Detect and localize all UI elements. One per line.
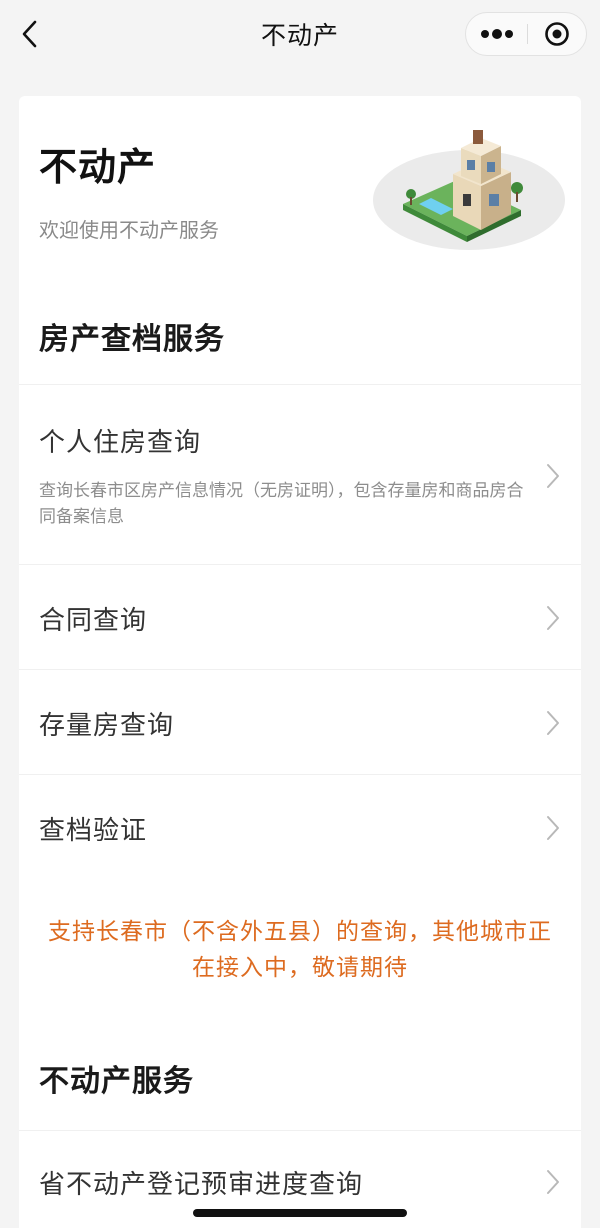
coverage-notice: 支持长春市（不含外五县）的查询，其他城市正在接入中，敬请期待	[48, 919, 552, 981]
navigation-bar: 不动产	[0, 0, 600, 72]
list-item-title: 合同查询	[39, 606, 148, 636]
list-item-personal-housing-query[interactable]: 个人住房查询 查询长春市区房产信息情况（无房证明），包含存量房和商品房合同备案信…	[19, 384, 581, 565]
section-header-real-estate-services: 不动产服务	[19, 1026, 581, 1131]
chevron-right-icon	[547, 816, 559, 840]
chevron-right-icon	[547, 606, 559, 630]
mini-program-capsule	[465, 12, 587, 56]
hero-banner: 不动产 欢迎使用不动产服务	[19, 96, 581, 280]
section-title: 房产查档服务	[39, 322, 225, 357]
list-item-title: 查档验证	[39, 816, 148, 846]
list-item-title: 存量房查询	[39, 711, 175, 741]
hero-subtitle: 欢迎使用不动产服务	[39, 218, 219, 242]
chevron-right-icon	[547, 464, 559, 488]
section-title: 不动产服务	[39, 1064, 194, 1099]
list-item-title: 省不动产登记预审进度查询	[39, 1170, 364, 1200]
chevron-right-icon	[547, 1170, 559, 1194]
list-item-description: 查询长春市区房产信息情况（无房证明），包含存量房和商品房合同备案信息	[39, 481, 524, 527]
hero-title: 不动产	[39, 145, 157, 189]
more-dots-icon	[481, 29, 513, 39]
close-button[interactable]	[528, 13, 586, 55]
chevron-right-icon	[547, 711, 559, 735]
list-item-contract-query[interactable]: 合同查询	[19, 564, 581, 670]
target-close-icon	[545, 22, 569, 46]
house-illustration	[373, 130, 565, 250]
list-item-existing-housing-query[interactable]: 存量房查询	[19, 669, 581, 775]
section-header-property-archive: 房产查档服务	[19, 280, 581, 385]
home-indicator	[193, 1209, 407, 1217]
list-item-title: 个人住房查询	[39, 428, 202, 458]
more-button[interactable]	[466, 13, 528, 55]
page: 不动产 不动产 欢迎使用不动产服务 房产查档服务 个人住房查询 查询长春市区房产…	[0, 0, 600, 1228]
content-card: 不动产 欢迎使用不动产服务 房产查档服务 个人住房查询 查询长春市区房产信息情况…	[19, 96, 581, 1228]
list-item-archive-verification[interactable]: 查档验证	[19, 774, 581, 879]
